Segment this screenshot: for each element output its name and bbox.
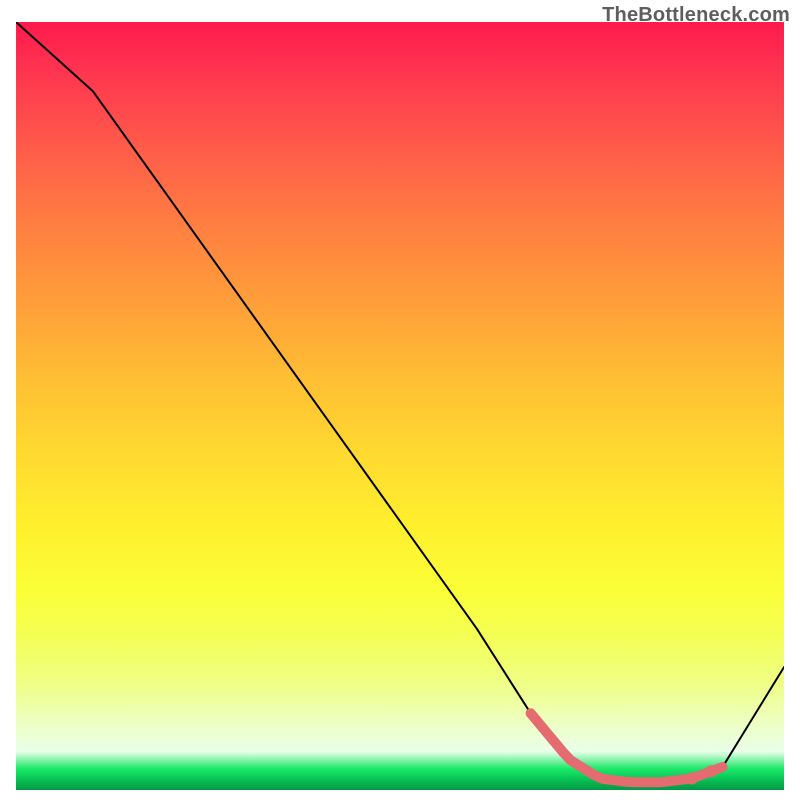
marker-dot (705, 765, 717, 777)
optimal-range-marker (531, 713, 723, 782)
curve-svg (16, 22, 784, 790)
plot-area (16, 22, 784, 790)
chart-container: TheBottleneck.com (0, 0, 800, 800)
bottleneck-curve-line (16, 22, 784, 782)
marker-dot (686, 773, 698, 785)
